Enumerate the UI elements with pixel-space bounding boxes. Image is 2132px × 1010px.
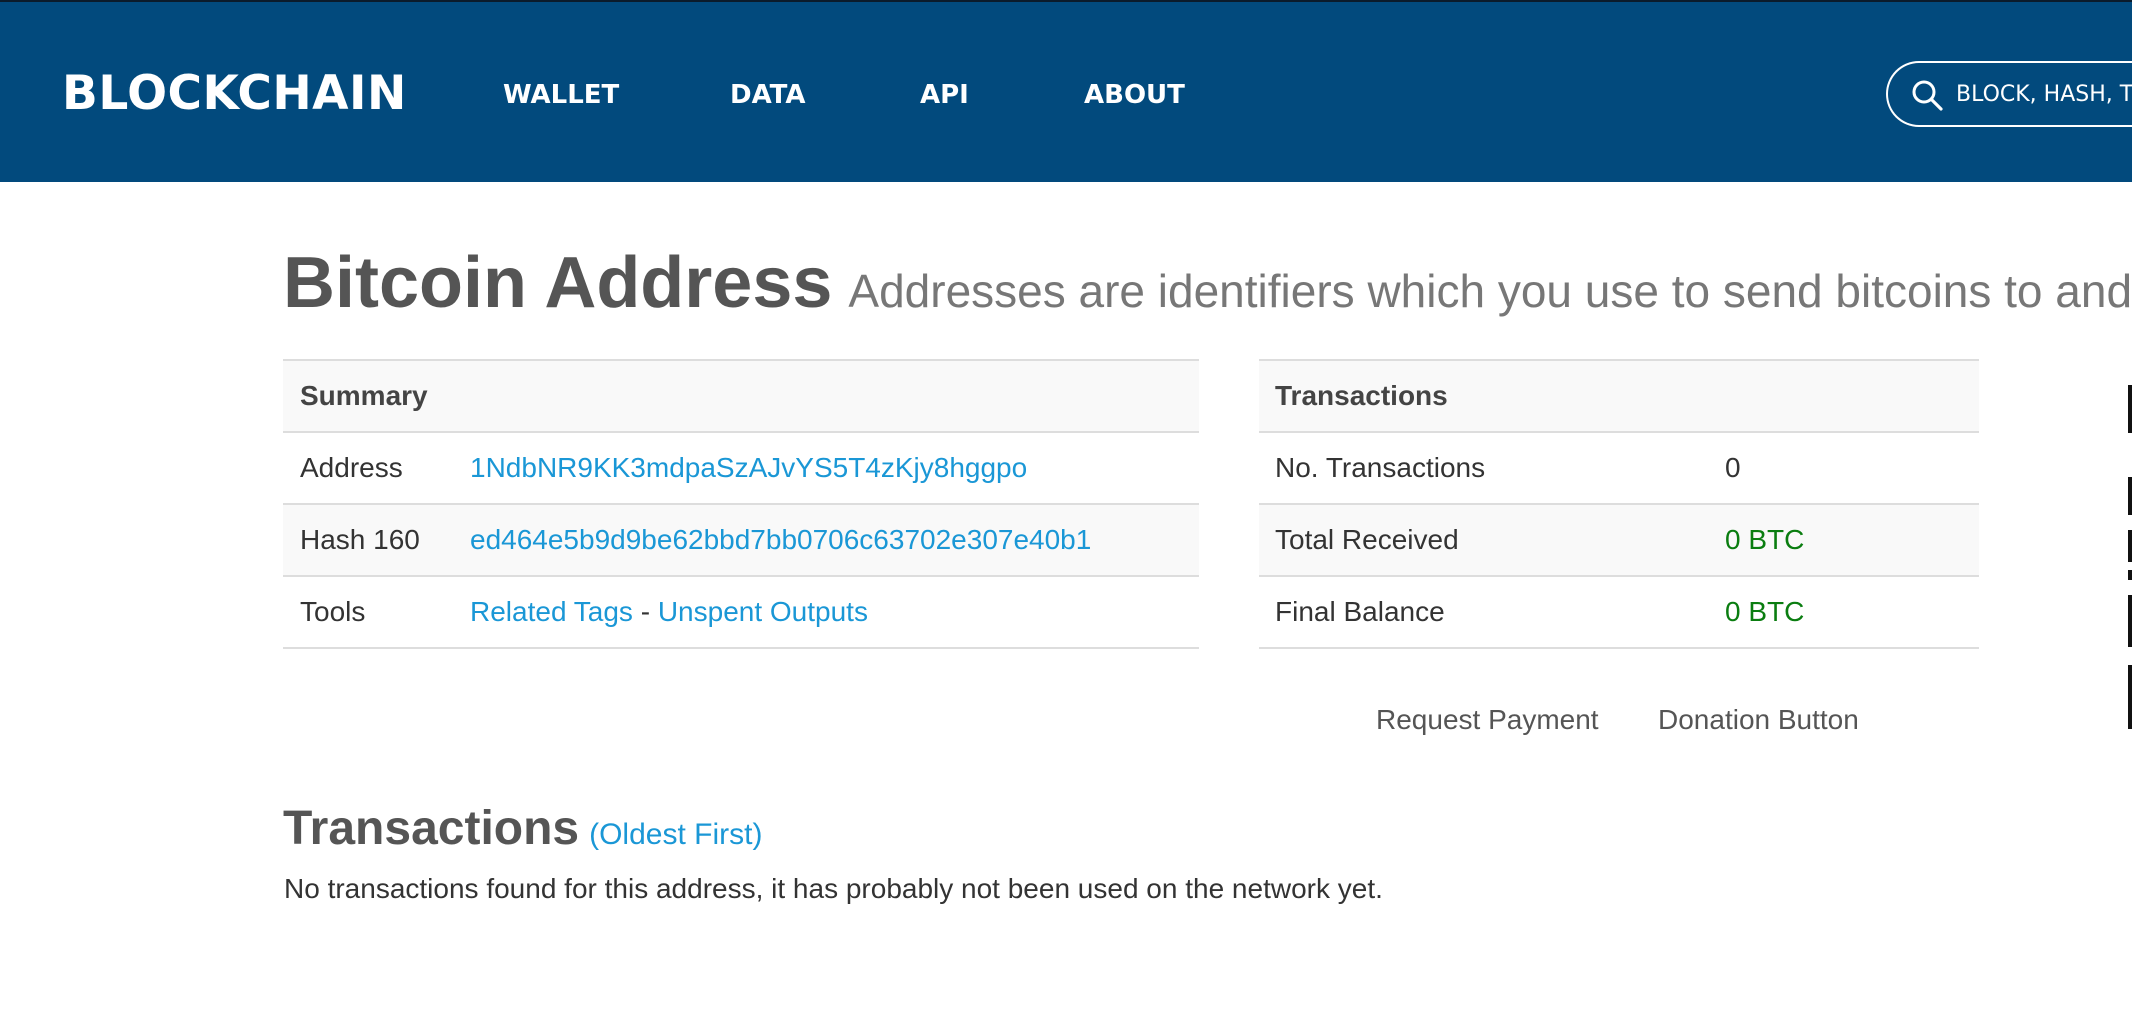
no-transactions-value: 0 xyxy=(1725,452,1741,483)
related-tags-link[interactable]: Related Tags xyxy=(470,596,633,627)
hash160-label: Hash 160 xyxy=(300,524,420,555)
address-label: Address xyxy=(300,452,403,483)
summary-table: Summary Address 1NdbNR9KK3mdpaSzAJvYS5T4… xyxy=(283,359,1199,649)
transactions-table-heading: Transactions xyxy=(1275,380,1448,411)
summary-row-tools: Tools Related Tags - Unspent Outputs xyxy=(283,577,1199,649)
transactions-heading: Transactions xyxy=(283,802,580,855)
nav-wallet[interactable]: WALLET xyxy=(503,78,619,112)
unspent-outputs-link[interactable]: Unspent Outputs xyxy=(658,596,868,627)
top-navbar: BLOCKCHAIN WALLET DATA API ABOUT xyxy=(0,0,2132,182)
no-transactions-row: No. Transactions 0 xyxy=(1259,433,1979,505)
page-title: Bitcoin Address Addresses are identifiers… xyxy=(283,238,2132,348)
summary-row-hash160: Hash 160 ed464e5b9d9be62bbd7bb0706c63702… xyxy=(283,505,1199,577)
search-box[interactable] xyxy=(1886,61,2132,127)
summary-row-address: Address 1NdbNR9KK3mdpaSzAJvYS5T4zKjy8hgg… xyxy=(283,433,1199,505)
tools-label: Tools xyxy=(300,596,366,627)
nav-data[interactable]: DATA xyxy=(730,78,806,112)
tools-separator: - xyxy=(640,596,651,627)
blockchain-logo[interactable]: BLOCKCHAIN xyxy=(62,66,407,122)
request-payment-button[interactable]: Request Payment xyxy=(1376,702,1599,738)
page-title-main: Bitcoin Address xyxy=(283,243,833,323)
search-input[interactable] xyxy=(1952,63,2132,125)
hash160-link[interactable]: ed464e5b9d9be62bbd7bb0706c63702e307e40b1 xyxy=(470,505,1091,575)
tools-links: Related Tags - Unspent Outputs xyxy=(470,577,868,647)
address-link[interactable]: 1NdbNR9KK3mdpaSzAJvYS5T4zKjy8hggpo xyxy=(470,433,1027,503)
oldest-first-link[interactable]: (Oldest First) xyxy=(589,818,762,851)
no-transactions-label: No. Transactions xyxy=(1275,452,1486,483)
transactions-header-row: Transactions xyxy=(1259,361,1979,433)
summary-heading: Summary xyxy=(300,380,428,411)
total-received-label: Total Received xyxy=(1275,524,1459,555)
final-balance-row: Final Balance 0 BTC xyxy=(1259,577,1979,649)
total-received-row: Total Received 0 BTC xyxy=(1259,505,1979,577)
no-transactions-message: No transactions found for this address, … xyxy=(284,873,1383,904)
final-balance-value: 0 BTC xyxy=(1725,596,1805,627)
donation-button[interactable]: Donation Button xyxy=(1658,702,1859,738)
search-icon[interactable] xyxy=(1910,78,1944,112)
final-balance-label: Final Balance xyxy=(1275,596,1445,627)
summary-header-row: Summary xyxy=(283,361,1199,433)
page-title-subtitle: Addresses are identifiers which you use … xyxy=(848,265,2132,317)
transactions-section-heading: Transactions (Oldest First) xyxy=(283,800,762,869)
nav-about[interactable]: ABOUT xyxy=(1084,78,1185,112)
total-received-value: 0 BTC xyxy=(1725,524,1805,555)
qr-code xyxy=(2128,385,2132,735)
nav-api[interactable]: API xyxy=(920,78,969,112)
transactions-summary-table: Transactions No. Transactions 0 Total Re… xyxy=(1259,359,1979,649)
